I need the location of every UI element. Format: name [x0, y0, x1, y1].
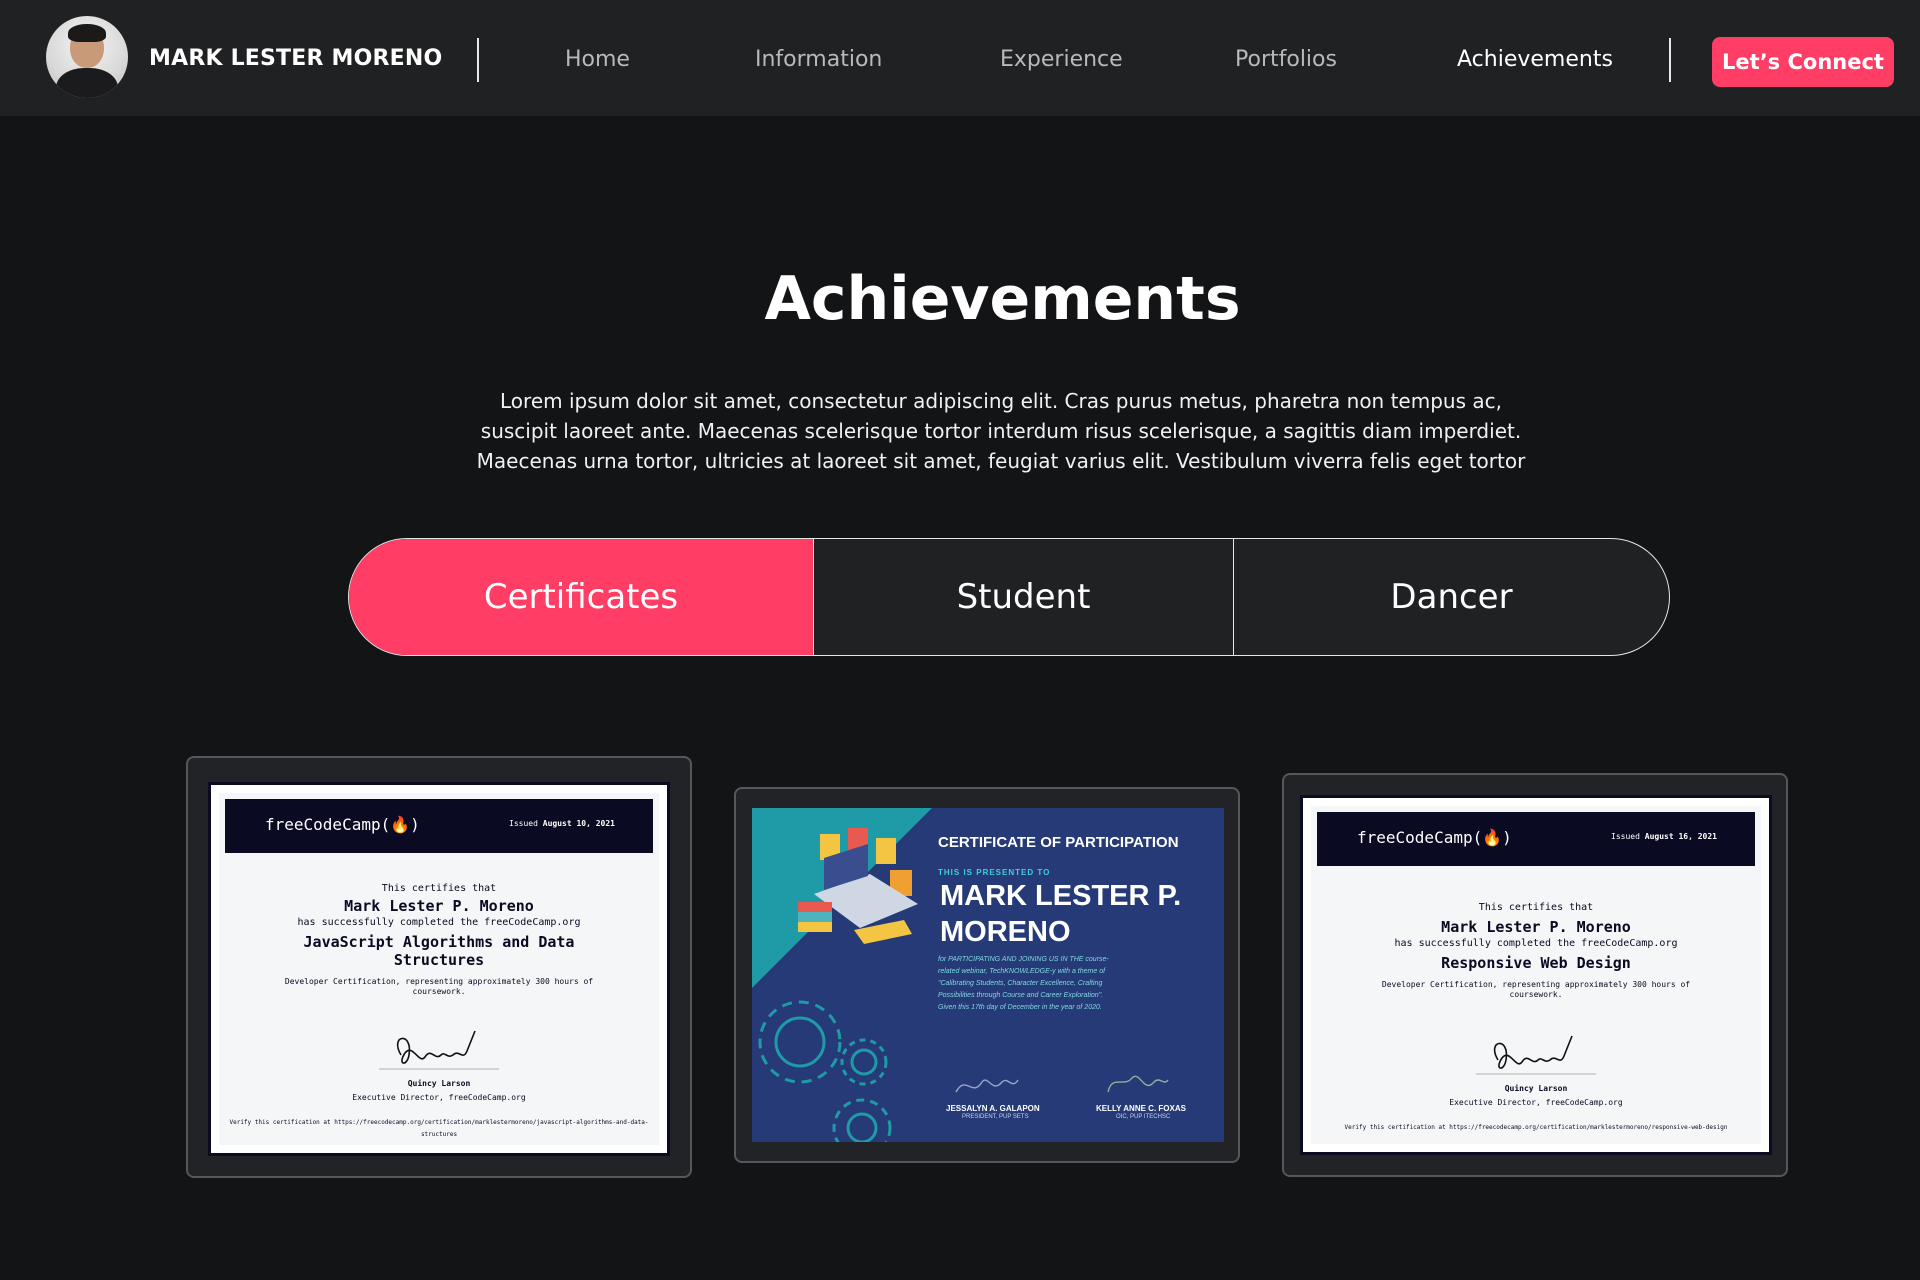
cert-text: Executive Director, freeCodeCamp.org — [1449, 1098, 1623, 1107]
signature-icon — [1107, 1075, 1169, 1093]
page-title: Achievements — [764, 264, 1241, 334]
issued-date: Issued August 10, 2021 — [509, 819, 615, 828]
cert-signer: JESSALYN A. GALAPON — [946, 1104, 1040, 1113]
cert-text: has successfully completed the freeCodeC… — [297, 917, 581, 928]
certificate-card[interactable]: CERTIFICATE OF PARTICIPATION THIS IS PRE… — [734, 787, 1240, 1163]
cert-verify: Verify this certification at https://fre… — [1344, 1124, 1728, 1131]
cert-text: coursework. — [412, 987, 466, 996]
nav-achievements[interactable]: Achievements — [1457, 47, 1613, 72]
cert-course: Structures — [393, 951, 485, 969]
tab-certificates[interactable]: Certificates — [349, 539, 813, 655]
certificate-image: freeCodeCamp(🔥) Issued August 16, 2021 T… — [1300, 795, 1772, 1155]
laptop-illustration-icon — [798, 828, 918, 944]
cert-text: This certifies that — [381, 883, 497, 894]
issued-date: Issued August 16, 2021 — [1611, 832, 1717, 841]
cert-signer: Quincy Larson — [1504, 1084, 1568, 1093]
nav-portfolios[interactable]: Portfolios — [1235, 47, 1337, 72]
cert-text: THIS IS PRESENTED TO — [938, 868, 1051, 877]
gear-icon — [758, 1000, 892, 1142]
cert-text: OIC, PUP ITECHSC — [1116, 1114, 1171, 1120]
cert-text: coursework. — [1509, 990, 1563, 999]
freecodecamp-logo: freeCodeCamp(🔥) — [1357, 828, 1512, 847]
cert-text: has successfully completed the freeCodeC… — [1394, 938, 1678, 949]
nav-information[interactable]: Information — [755, 47, 882, 72]
cert-course: JavaScript Algorithms and Data — [303, 933, 575, 951]
lets-connect-button[interactable]: Let’s Connect — [1712, 37, 1894, 87]
nav-divider-left — [477, 38, 479, 82]
tab-dancer[interactable]: Dancer — [1233, 539, 1669, 655]
cert-signer: KELLY ANNE C. FOXAS — [1096, 1104, 1186, 1113]
cert-course: Responsive Web Design — [1441, 954, 1631, 972]
intro-paragraph: Lorem ipsum dolor sit amet, consectetur … — [470, 386, 1532, 476]
cert-verify: structures — [420, 1131, 458, 1138]
cert-text: Developer Certification, representing ap… — [284, 977, 594, 986]
tab-student[interactable]: Student — [813, 539, 1233, 655]
cert-recipient: Mark Lester P. Moreno — [344, 897, 534, 915]
signature-icon — [955, 1079, 1019, 1093]
cert-text: Developer Certification, representing ap… — [1381, 980, 1691, 989]
cert-text: Executive Director, freeCodeCamp.org — [352, 1093, 526, 1102]
cert-signer: Quincy Larson — [407, 1079, 471, 1088]
cert-heading: CERTIFICATE OF PARTICIPATION — [938, 834, 1179, 851]
cert-recipient: MARK LESTER P. — [940, 880, 1182, 912]
cert-body: for PARTICIPATING AND JOINING US IN THE … — [938, 956, 1109, 1011]
nav-divider-right — [1669, 38, 1671, 82]
avatar — [46, 16, 128, 98]
cert-verify: Verify this certification at https://fre… — [229, 1119, 649, 1126]
freecodecamp-logo: freeCodeCamp(🔥) — [265, 815, 420, 834]
cert-recipient: Mark Lester P. Moreno — [1441, 918, 1631, 936]
intro-line: Lorem ipsum dolor sit amet, consectetur … — [500, 389, 1502, 413]
signature-icon — [219, 1025, 659, 1077]
certificate-card[interactable]: freeCodeCamp(🔥) Issued August 16, 2021 T… — [1282, 773, 1788, 1177]
nav-home[interactable]: Home — [565, 47, 630, 72]
brand-name[interactable]: MARK LESTER MORENO — [149, 46, 442, 71]
intro-line: Maecenas urna tortor, ultricies at laore… — [476, 449, 1526, 473]
certificate-image: freeCodeCamp(🔥) Issued August 10, 2021 T… — [208, 782, 670, 1156]
achievement-tabs: Certificates Student Dancer — [348, 538, 1670, 656]
certificate-image: CERTIFICATE OF PARTICIPATION THIS IS PRE… — [752, 808, 1224, 1142]
nav-experience[interactable]: Experience — [1000, 47, 1123, 72]
cert-recipient: MORENO — [940, 916, 1071, 948]
certificate-card[interactable]: freeCodeCamp(🔥) Issued August 10, 2021 T… — [186, 756, 692, 1178]
intro-line: suscipit laoreet ante. Maecenas sceleris… — [480, 419, 1522, 443]
cert-text: This certifies that — [1478, 902, 1594, 913]
signature-icon — [1311, 1030, 1761, 1082]
cert-text: PRESIDENT, PUP SETS — [962, 1114, 1029, 1120]
top-navbar: MARK LESTER MORENO Home Information Expe… — [0, 0, 1920, 116]
